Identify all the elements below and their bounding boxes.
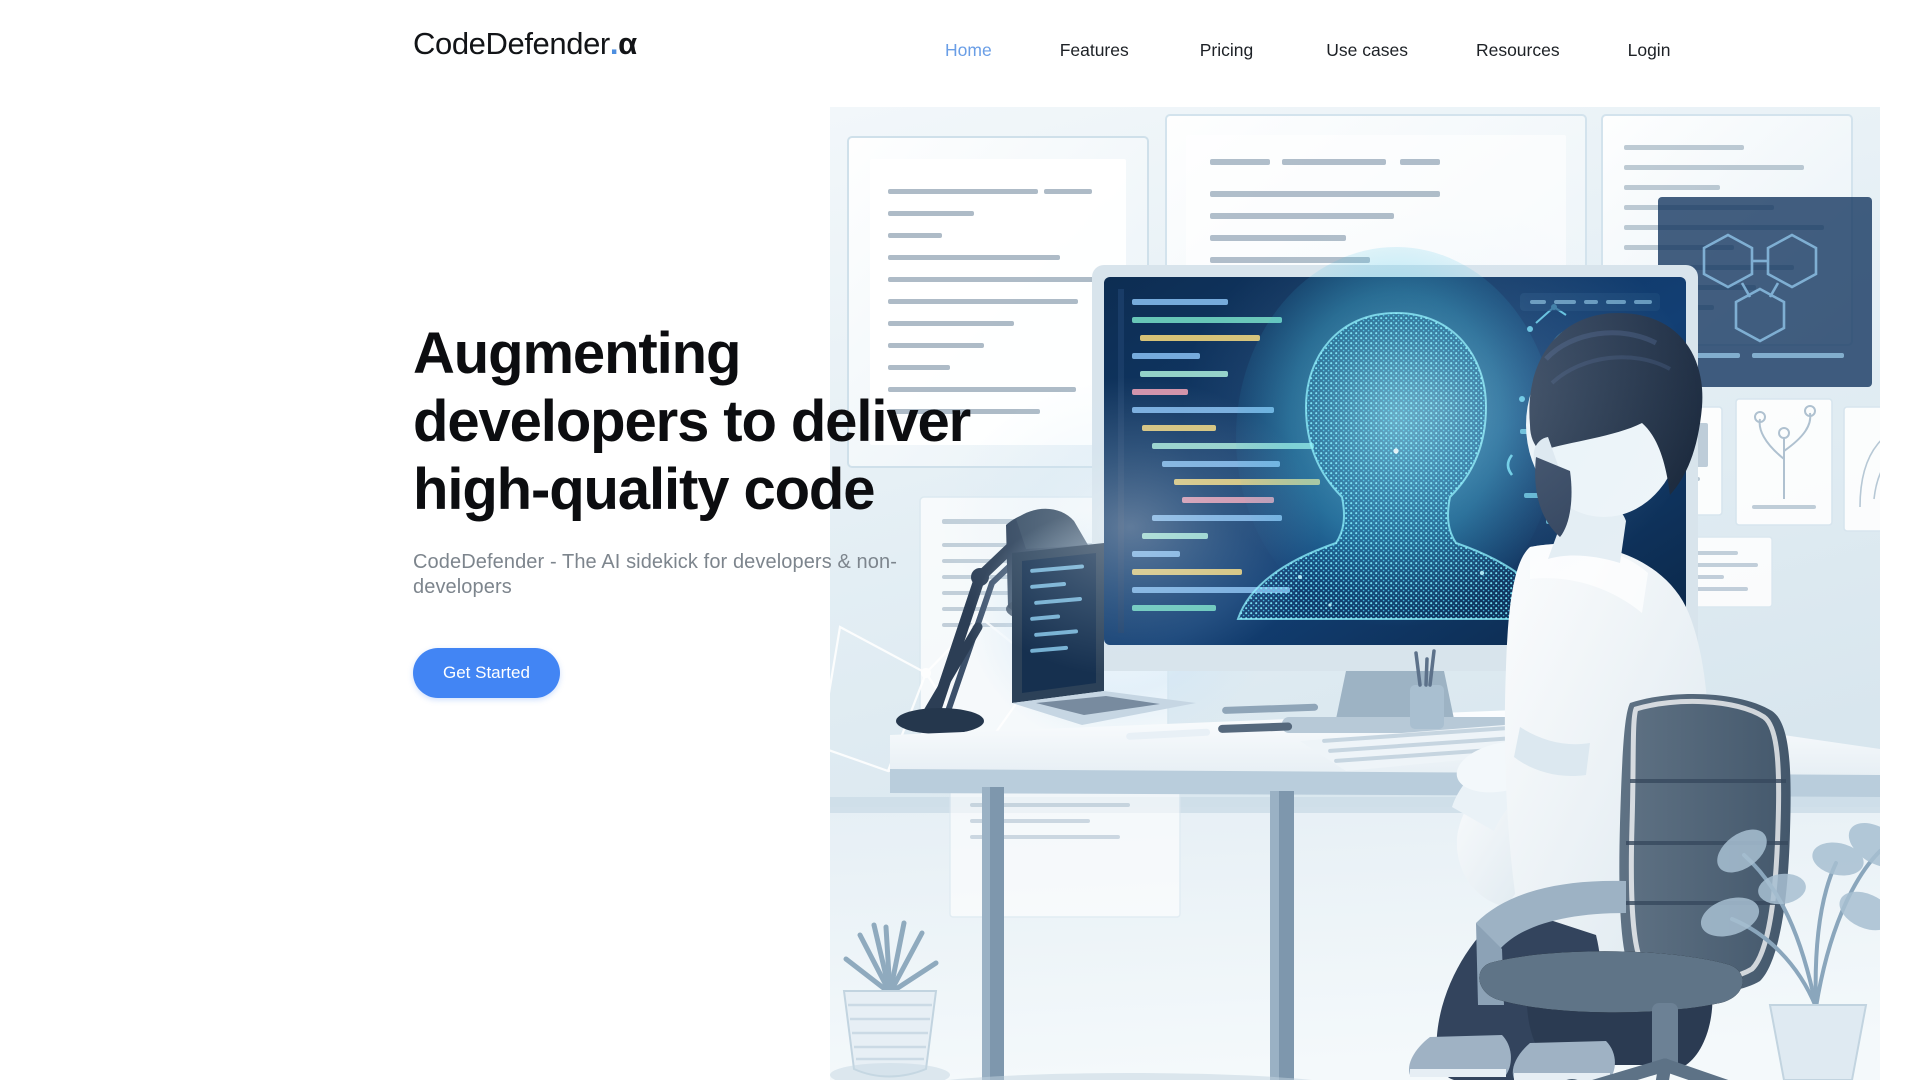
shoe-right <box>1512 1041 1615 1080</box>
get-started-button[interactable]: Get Started <box>413 648 560 698</box>
landing-page: CodeDefender.α Home Features Pricing Use… <box>0 0 1920 1080</box>
brand-alpha-suffix: α <box>618 26 637 61</box>
hero-section: Augmenting developers to deliver high-qu… <box>413 320 973 698</box>
nav-item-pricing[interactable]: Pricing <box>1200 38 1254 62</box>
hero-subheadline: CodeDefender - The AI sidekick for devel… <box>413 551 897 598</box>
nav-item-features[interactable]: Features <box>1060 38 1129 62</box>
main-navigation: Home Features Pricing Use cases Resource… <box>945 38 1670 62</box>
nav-item-resources[interactable]: Resources <box>1476 38 1560 62</box>
nav-item-use-cases[interactable]: Use cases <box>1326 38 1408 62</box>
workspace-illustration-svg <box>830 107 1880 1080</box>
nav-item-login[interactable]: Login <box>1628 38 1671 62</box>
brand-dot: . <box>609 26 619 61</box>
site-header: CodeDefender.α Home Features Pricing Use… <box>0 0 1920 105</box>
hero-headline: Augmenting developers to deliver high-qu… <box>413 321 971 522</box>
nav-item-home[interactable]: Home <box>945 38 992 62</box>
brand-name: CodeDefender <box>413 26 610 61</box>
brand-logo[interactable]: CodeDefender.α <box>413 28 637 59</box>
hero-illustration <box>830 107 1880 1080</box>
